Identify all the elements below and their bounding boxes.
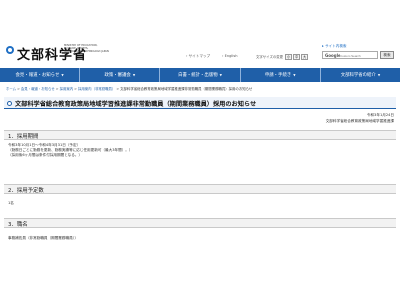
section-body-period: 令和3年10月1日～令和4年3月31日（予定） （勤務日ごとに勤務を更新、勤務実… — [8, 143, 132, 159]
section-heading-text: 2．採用予定数 — [8, 188, 44, 194]
title-bullet-icon — [7, 100, 12, 106]
publish-date: 令和3年1月24日 — [366, 113, 394, 117]
nav-item-procedures[interactable]: 申請・手続き ▼ — [241, 68, 321, 82]
font-size-control: 文字サイズの変更 小中大 — [256, 54, 309, 60]
section-heading-position: 3．職名 — [4, 218, 396, 228]
section-heading-text: 3．職名 — [8, 222, 28, 228]
chevron-down-icon: ▼ — [219, 73, 222, 77]
english-link[interactable]: › English — [222, 54, 238, 58]
breadcrumb-separator: > — [17, 87, 20, 91]
nav-item-label: 政策・審議会 — [104, 73, 131, 78]
nav-item-news[interactable]: 会見・報道・お知らせ ▼ — [0, 68, 81, 82]
site-header: 文部科学省 MINISTRY OF EDUCATION, CULTURE, SP… — [0, 0, 400, 64]
section-body-position: 事務補佐員（非常勤職員（期間業務職員）） — [8, 236, 78, 241]
nav-item-about[interactable]: 文部科学省の紹介 ▼ — [321, 68, 400, 82]
section-heading-openings: 2．採用予定数 — [4, 184, 396, 194]
font-size-large-button[interactable]: 大 — [301, 54, 309, 60]
breadcrumb-link[interactable]: 採用案内 — [60, 87, 74, 91]
sitemap-link[interactable]: › サイトマップ — [186, 54, 210, 59]
search-box[interactable]: Google — [322, 51, 378, 59]
breadcrumb-separator: > — [74, 87, 78, 91]
nav-item-policy[interactable]: 政策・審議会 ▼ — [80, 68, 161, 82]
nav-item-publications[interactable]: 白書・統計・出版物 ▼ — [160, 68, 241, 82]
nav-item-label: 文部科学省の紹介 — [340, 73, 376, 78]
section-heading-text: 1．採用期間 — [8, 134, 39, 140]
font-size-label: 文字サイズの変更 — [256, 55, 284, 59]
breadcrumb-link[interactable]: 採用案内（非常勤職員） — [78, 87, 115, 91]
nav-item-label: 申請・手続き — [264, 73, 292, 78]
issuing-organization: 文部科学省総合教育政策局地域学習推進課 — [325, 119, 394, 123]
site-search-label: ▸ サイト内検索 — [322, 44, 347, 48]
site-search-label-text: サイト内検索 — [324, 44, 347, 48]
breadcrumb: ホーム>会見・報道・お知らせ>採用案内>採用案内（非常勤職員）>文部科学省総合教… — [6, 86, 396, 91]
sitemap-label: サイトマップ — [188, 54, 211, 58]
search-input[interactable] — [340, 53, 376, 58]
nav-item-label: 白書・統計・出版物 — [178, 73, 218, 78]
chevron-down-icon: ▼ — [61, 73, 64, 77]
breadcrumb-separator: > — [55, 87, 59, 91]
english-label: English — [224, 54, 238, 58]
chevron-down-icon: ▼ — [132, 73, 136, 77]
breadcrumb-current: 文部科学省総合教育政策局地域学習推進課非常勤職員（期間業務職員）採用のお知らせ — [120, 87, 253, 91]
section-heading-period: 1．採用期間 — [4, 130, 396, 140]
search-button[interactable]: 検索 — [380, 51, 394, 59]
section-body-openings: 1名 — [8, 201, 14, 206]
nav-item-label: 会見・報道・お知らせ — [15, 73, 60, 78]
section-line: （採用後6ヶ月間は条件付採用期間となる。） — [8, 153, 83, 158]
google-logo: Google — [325, 53, 341, 58]
global-nav: 会見・報道・お知らせ ▼ 政策・審議会 ▼ 白書・統計・出版物 ▼ 申請・手続き ▼ 文… — [0, 68, 400, 82]
section-line: 1名 — [8, 201, 14, 205]
section-line: 事務補佐員（非常勤職員（期間業務職員）） — [8, 236, 79, 240]
page-title: 文部科学省総合教育政策局地域学習推進課非常勤職員（期間業務職員）採用のお知らせ — [15, 100, 257, 108]
font-size-medium-button[interactable]: 中 — [293, 54, 301, 60]
breadcrumb-link[interactable]: 会見・報道・お知らせ — [21, 87, 55, 91]
breadcrumb-link[interactable]: ホーム — [6, 87, 16, 91]
font-size-small-button[interactable]: 小 — [285, 54, 293, 60]
chevron-down-icon: ▼ — [293, 73, 296, 77]
site-logo-english: MINISTRY OF EDUCATION, CULTURE, SPORTS, … — [64, 44, 109, 54]
chevron-down-icon: ▼ — [377, 73, 381, 77]
breadcrumb-separator: > — [116, 87, 120, 91]
page-title-bar: 文部科学省総合教育政策局地域学習推進課非常勤職員（期間業務職員）採用のお知らせ — [4, 97, 396, 109]
mext-logo-icon[interactable] — [6, 46, 14, 54]
